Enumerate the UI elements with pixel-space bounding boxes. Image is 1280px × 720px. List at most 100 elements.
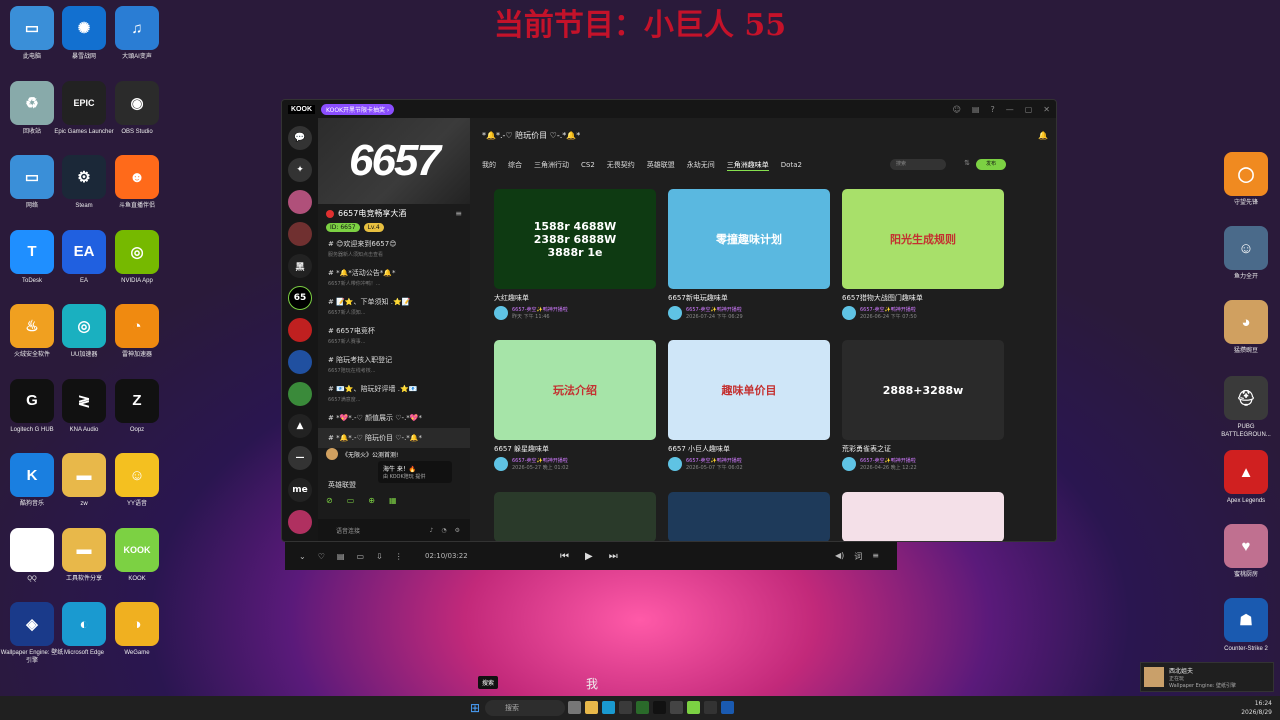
headset-icon[interactable]: ◔ — [441, 527, 446, 534]
mic-icon[interactable]: ♪ — [430, 527, 434, 534]
tab-item[interactable]: 无畏契约 — [607, 160, 635, 170]
post-card[interactable]: 阳光生成规则 6657猎物大战图门趣味单 6657-卖空✨鸭神开播啦 2026-06-… — [842, 189, 1004, 320]
screen-share-icon[interactable]: ⊘ — [326, 496, 333, 505]
voice-user[interactable]: 《无限火》公测首测! — [326, 448, 398, 460]
tab-item[interactable]: 英雄联盟 — [647, 160, 675, 170]
bell-icon[interactable]: 🔔 — [1038, 131, 1048, 140]
taskbar-app-icon[interactable] — [704, 701, 717, 714]
collapse-icon[interactable]: — — [288, 446, 312, 470]
channel-item[interactable]: # *🔔*活动公告*🔔* 6657新人带你冲鸭！... — [318, 263, 470, 292]
taskbar-app-icon[interactable] — [636, 701, 649, 714]
tab-item[interactable]: 综合 — [508, 160, 522, 170]
chevron-down-icon[interactable]: ⌄ — [299, 552, 306, 561]
kook-taskbar-icon[interactable] — [687, 701, 700, 714]
post-card[interactable]: 玩法介绍 6657 躲星趣味单 6657-卖空✨鸭神开播啦 2026-05-27 晚上… — [494, 340, 656, 471]
taskbar-app-icon[interactable] — [670, 701, 683, 714]
taskbar-app-icon[interactable] — [568, 701, 581, 714]
windows-start-icon[interactable]: ⊞ — [470, 701, 480, 715]
tab-item[interactable]: CS2 — [581, 161, 595, 169]
gamepad-icon[interactable]: ⊕ — [368, 496, 375, 505]
post-card[interactable]: 趣味单价目 6657 小巨人趣味单 6657-卖空✨鸭神开播啦 2026-05-07 … — [668, 340, 830, 471]
server-icon-8[interactable]: ▲ — [288, 414, 312, 438]
desktop-icon[interactable]: KOOK KOOK — [105, 527, 169, 583]
edge-taskbar-icon[interactable] — [602, 701, 615, 714]
share-icon[interactable]: ▭ — [356, 552, 364, 561]
desktop-icon[interactable]: ⛑ PUBG BATTLEGROUN... — [1214, 376, 1278, 439]
new-post-button[interactable]: 发布 — [976, 159, 1006, 170]
server-icon-1[interactable] — [288, 190, 312, 214]
tab-item[interactable]: 我的 — [482, 160, 496, 170]
desktop-icon[interactable]: ♫ 大頭AI变声 — [105, 6, 169, 61]
grid-icon[interactable]: ▦ — [389, 496, 397, 505]
server-icon-5[interactable] — [288, 318, 312, 342]
search-input[interactable]: 搜索 — [890, 159, 946, 170]
card-thumb-partial[interactable] — [668, 492, 830, 541]
desktop-icon[interactable]: ☺ YY语音 — [105, 453, 169, 508]
channel-item[interactable]: # *💖*.-♡ 颜值展示 ♡-.*💖* — [318, 408, 470, 428]
maximize-icon[interactable]: ▢ — [1025, 105, 1033, 114]
tab-item[interactable]: Dota2 — [781, 161, 802, 169]
desktop-icon[interactable]: ◎ NVIDIA App — [105, 229, 169, 285]
download-icon[interactable]: ⇩ — [376, 552, 383, 561]
post-card[interactable]: 零撞趣味计划 6657新电玩趣味单 6657-卖空✨鸭神开播啦 2026-07-24 … — [668, 189, 830, 320]
tab-item[interactable]: 三角洲行动 — [534, 160, 569, 170]
desktop-icon[interactable]: ◯ 守望先锋 — [1214, 152, 1278, 207]
server-icon-6[interactable] — [288, 350, 312, 374]
taskbar-app-icon[interactable] — [619, 701, 632, 714]
notification[interactable]: 西北姐夫 正在玩 Wallpaper Engine: 壁纸引擎 — [1140, 662, 1274, 692]
tab-item[interactable]: 三角洲趣味单 — [726, 160, 769, 171]
taskbar-search[interactable]: 搜索 — [485, 700, 565, 716]
camera-icon[interactable]: ▭ — [347, 496, 355, 505]
desktop-icon[interactable]: ▲ Apex Legends — [1214, 450, 1278, 505]
desktop-icon[interactable]: ◉ OBS Studio — [105, 80, 169, 136]
post-card[interactable]: 2888+3288w 荒彩勇雀表之证 6657-卖空✨鸭神开播啦 2026-04-26… — [842, 340, 1004, 471]
channel-item[interactable]: # 📧⭐、陪玩好评墙 .⭐📧 6657满意度... — [318, 379, 470, 408]
server-icon-me[interactable]: me — [288, 478, 312, 502]
volume-icon[interactable]: ◀) — [835, 551, 844, 562]
event-badge[interactable]: KOOK开黑节限卡抽奖 › — [321, 103, 395, 115]
desktop-icon[interactable]: ♥ 蜜桃厨房 — [1214, 524, 1278, 579]
server-icon-2[interactable] — [288, 222, 312, 246]
system-clock[interactable]: 16:24 2026/8/29 — [1241, 699, 1272, 717]
voice-channel[interactable]: 英雄联盟 — [328, 480, 356, 490]
server-icon-3[interactable]: 黑 — [288, 254, 312, 278]
help-icon[interactable]: ? — [990, 105, 994, 114]
desktop-icon[interactable]: ☻ 斗鱼直播伴侣 — [105, 155, 169, 210]
channel-item[interactable]: # 6657电竞杯 6657新人赛事... — [318, 321, 470, 350]
heart-icon[interactable]: ♡ — [318, 552, 325, 561]
channel-item[interactable]: # 😊欢迎来到6657😊 服务器新人须知点击查看 — [318, 234, 470, 263]
card-thumb-partial[interactable] — [494, 492, 656, 541]
channel-item[interactable]: # *🔔*.-♡ 陪玩价目 ♡-.*🔔* — [318, 428, 470, 448]
server-icon-7[interactable] — [288, 382, 312, 406]
server-icon-6657[interactable]: 65 — [288, 286, 312, 310]
post-card[interactable]: 1588r 4688W 2388r 6888W 3888r 1e 大红趣味单 665… — [494, 189, 656, 320]
kugou-taskbar-icon[interactable] — [721, 701, 734, 714]
comment-icon[interactable]: ▤ — [337, 552, 345, 561]
inbox-icon[interactable]: ▤ — [972, 105, 980, 114]
lyrics-icon[interactable]: 词 — [854, 551, 862, 562]
taskbar-app-icon[interactable] — [653, 701, 666, 714]
playlist-icon[interactable]: ≡ — [872, 551, 879, 562]
filter-icon[interactable]: ⇅ — [964, 159, 970, 167]
channel-item[interactable]: # 陪玩考核入职登记 6657陪玩在线考核... — [318, 350, 470, 379]
server-name[interactable]: 6657电竞畅享大酒 ≡ — [318, 204, 470, 221]
user-avatar[interactable] — [288, 510, 312, 534]
tab-item[interactable]: 永劫无间 — [687, 160, 715, 170]
next-icon[interactable]: ⏭ — [609, 551, 618, 562]
menu-icon[interactable]: ≡ — [455, 209, 462, 218]
dm-icon[interactable]: 💬 — [288, 126, 312, 150]
desktop-icon[interactable]: ☗ Counter-Strike 2 — [1214, 598, 1278, 653]
user-icon[interactable]: ☺ — [953, 105, 961, 114]
play-icon[interactable]: ▶ — [585, 551, 593, 562]
previous-icon[interactable]: ⏮ — [560, 551, 569, 562]
channel-item[interactable]: # 📝⭐、下单须知 .⭐📝 6657新人须知... — [318, 292, 470, 321]
card-thumb-partial[interactable] — [842, 492, 1004, 541]
desktop-icon[interactable]: Z Oopz — [105, 378, 169, 434]
settings-icon[interactable]: ⚙ — [455, 527, 460, 534]
minimize-icon[interactable]: — — [1006, 105, 1014, 114]
more-icon[interactable]: ⋮ — [395, 552, 403, 561]
desktop-icon[interactable]: ☺ 鱼力全开 — [1214, 226, 1278, 281]
desktop-icon[interactable]: ◕ 猛攒豌豆 — [1214, 300, 1278, 355]
desktop-icon[interactable]: ◑ WeGame — [105, 602, 169, 657]
discover-icon[interactable]: ✦ — [288, 158, 312, 182]
